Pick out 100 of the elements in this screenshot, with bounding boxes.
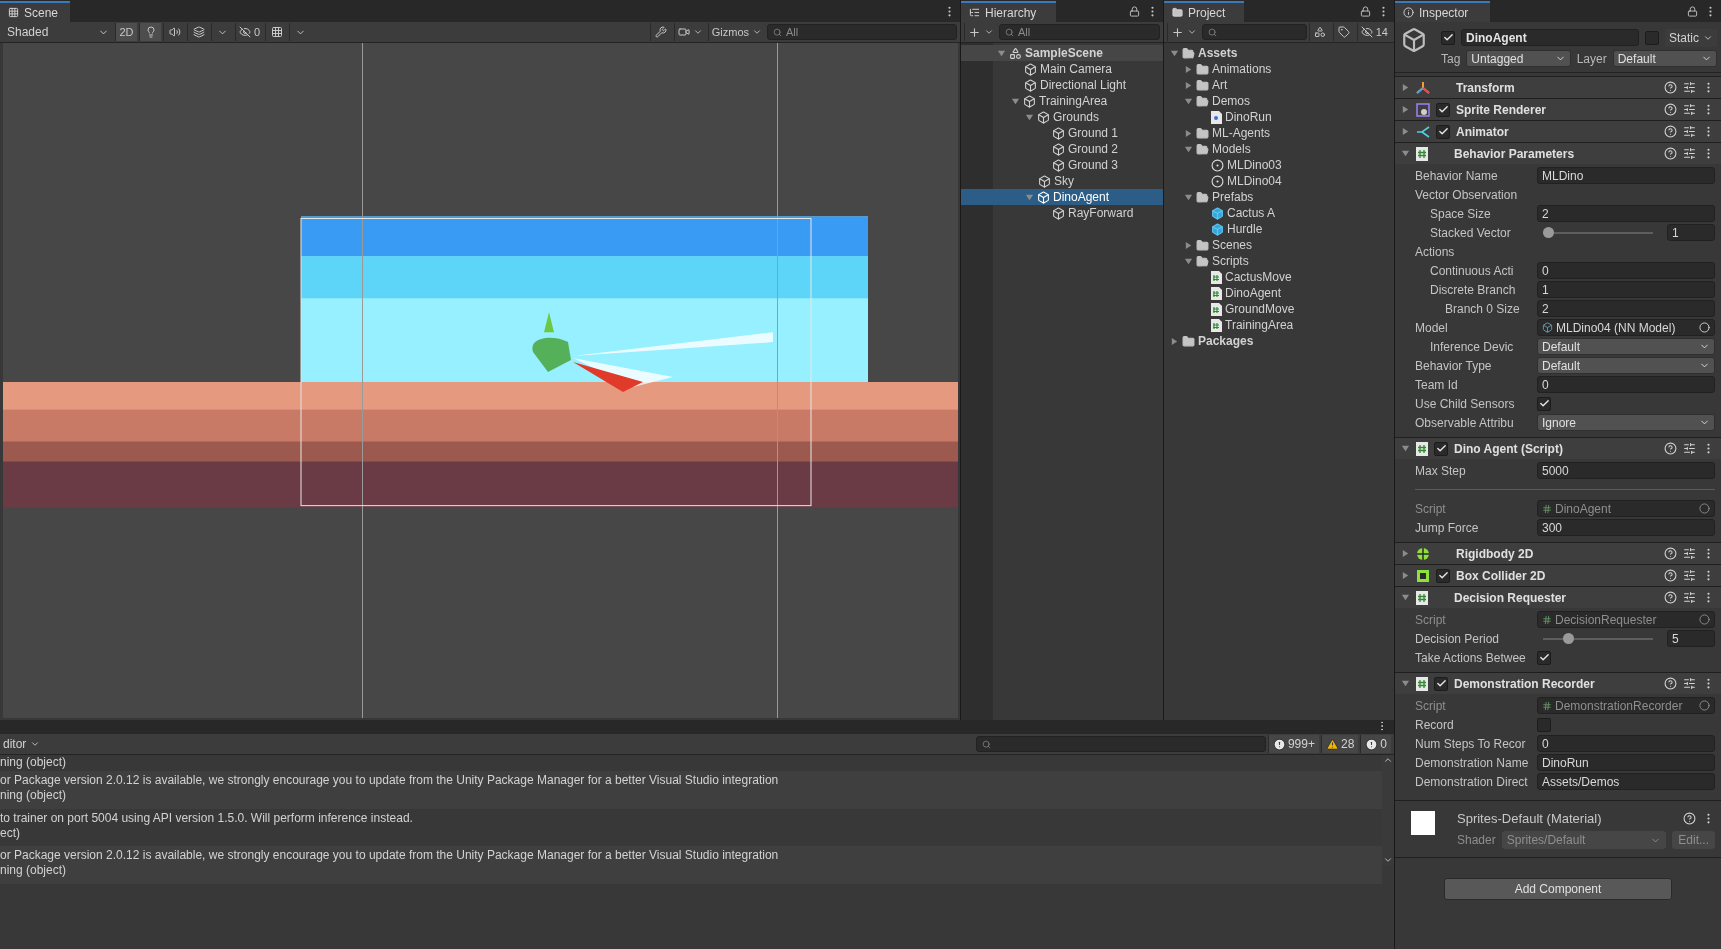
hierarchy-item[interactable]: SampleScene bbox=[961, 45, 1163, 61]
hidden-packages-button[interactable]: 14 bbox=[1356, 23, 1391, 41]
lighting-button[interactable] bbox=[139, 23, 161, 41]
presets-icon[interactable] bbox=[1683, 147, 1696, 160]
hierarchy-item[interactable]: Ground 3 bbox=[961, 157, 1163, 173]
add-component-button[interactable]: Add Component bbox=[1444, 878, 1672, 900]
input-field[interactable]: 5000 bbox=[1537, 462, 1715, 479]
help-icon[interactable] bbox=[1664, 547, 1677, 560]
help-icon[interactable] bbox=[1664, 81, 1677, 94]
component-header[interactable]: Transform bbox=[1395, 76, 1721, 98]
project-item[interactable]: ML-Agents bbox=[1164, 125, 1394, 141]
project-item[interactable]: CactusMove bbox=[1164, 269, 1394, 285]
project-item[interactable]: Scripts bbox=[1164, 253, 1394, 269]
checkbox[interactable] bbox=[1537, 396, 1551, 411]
input-field[interactable]: 2 bbox=[1537, 205, 1715, 222]
input-field[interactable]: 5 bbox=[1667, 630, 1715, 647]
object-field[interactable]: MLDino04 (NN Model) bbox=[1537, 319, 1715, 336]
checkbox[interactable] bbox=[1537, 717, 1551, 732]
component-header[interactable]: Behavior Parameters bbox=[1395, 142, 1721, 164]
expanded-arrow-icon[interactable] bbox=[1401, 593, 1410, 602]
project-item[interactable]: Packages bbox=[1164, 333, 1394, 349]
warnings-toggle[interactable]: 28 bbox=[1320, 735, 1359, 753]
help-icon[interactable] bbox=[1664, 442, 1677, 455]
presets-icon[interactable] bbox=[1683, 81, 1696, 94]
presets-icon[interactable] bbox=[1683, 547, 1696, 560]
input-field[interactable]: 0 bbox=[1537, 735, 1715, 752]
project-item[interactable]: Assets bbox=[1164, 45, 1394, 61]
expanded-arrow-icon[interactable] bbox=[997, 48, 1006, 58]
checkbox[interactable] bbox=[1436, 568, 1450, 583]
project-item[interactable]: MLDino04 bbox=[1164, 173, 1394, 189]
presets-icon[interactable] bbox=[1683, 103, 1696, 116]
messages-toggle[interactable]: 999+ bbox=[1267, 735, 1319, 753]
layer-dropdown[interactable]: Default bbox=[1612, 50, 1717, 67]
expanded-arrow-icon[interactable] bbox=[1401, 444, 1410, 453]
checkbox[interactable] bbox=[1434, 676, 1448, 691]
collapsed-arrow-icon[interactable] bbox=[1401, 83, 1410, 92]
project-tab[interactable]: Project bbox=[1164, 1, 1244, 22]
hierarchy-tab[interactable]: Hierarchy bbox=[961, 1, 1056, 22]
collapsed-arrow-icon[interactable] bbox=[1184, 240, 1193, 250]
collapsed-arrow-icon[interactable] bbox=[1401, 549, 1410, 558]
expanded-arrow-icon[interactable] bbox=[1184, 144, 1193, 154]
search-field[interactable] bbox=[975, 736, 1266, 752]
collapsed-arrow-icon[interactable] bbox=[1401, 571, 1410, 580]
search-field[interactable] bbox=[1202, 24, 1307, 40]
hierarchy-item[interactable]: Sky bbox=[961, 173, 1163, 189]
input-field[interactable]: 1 bbox=[1537, 281, 1715, 298]
slider-thumb[interactable] bbox=[1543, 227, 1554, 238]
project-item[interactable]: Demos bbox=[1164, 93, 1394, 109]
dropdown[interactable]: Ignore bbox=[1537, 414, 1715, 431]
hierarchy-item[interactable]: DinoAgent bbox=[961, 189, 1163, 205]
static-dropdown[interactable]: Static bbox=[1665, 28, 1717, 47]
component-header[interactable]: Dino Agent (Script) bbox=[1395, 437, 1721, 459]
project-item[interactable]: DinoRun bbox=[1164, 109, 1394, 125]
expanded-arrow-icon[interactable] bbox=[1025, 112, 1034, 122]
project-item[interactable]: Prefabs bbox=[1164, 189, 1394, 205]
component-header[interactable]: Box Collider 2D bbox=[1395, 564, 1721, 586]
expanded-arrow-icon[interactable] bbox=[1401, 149, 1410, 158]
scroll-up-icon[interactable] bbox=[1383, 755, 1393, 765]
hierarchy-item[interactable]: Directional Light bbox=[961, 77, 1163, 93]
dropdown[interactable]: Default bbox=[1537, 338, 1715, 355]
hierarchy-item[interactable]: RayForward bbox=[961, 205, 1163, 221]
scene-tab[interactable]: Scene bbox=[0, 1, 70, 22]
presets-icon[interactable] bbox=[1683, 125, 1696, 138]
collapsed-arrow-icon[interactable] bbox=[1401, 105, 1410, 114]
checkbox[interactable] bbox=[1434, 441, 1448, 456]
expanded-arrow-icon[interactable] bbox=[1184, 96, 1193, 106]
hierarchy-item[interactable]: Grounds bbox=[961, 109, 1163, 125]
tag-dropdown[interactable]: Untagged bbox=[1466, 50, 1571, 67]
project-item[interactable]: Models bbox=[1164, 141, 1394, 157]
hierarchy-item[interactable]: Ground 1 bbox=[961, 125, 1163, 141]
project-item[interactable]: Scenes bbox=[1164, 237, 1394, 253]
search-field[interactable]: All bbox=[999, 24, 1160, 40]
collapsed-arrow-icon[interactable] bbox=[1184, 64, 1193, 74]
project-item[interactable]: MLDino03 bbox=[1164, 157, 1394, 173]
checkbox[interactable] bbox=[1537, 650, 1551, 665]
scroll-down-icon[interactable] bbox=[1383, 855, 1393, 865]
name-field[interactable]: DinoAgent bbox=[1461, 29, 1639, 46]
hierarchy-item[interactable]: TrainingArea bbox=[961, 93, 1163, 109]
help-icon[interactable] bbox=[1664, 147, 1677, 160]
project-item[interactable]: GroundMove bbox=[1164, 301, 1394, 317]
collapsed-arrow-icon[interactable] bbox=[1170, 336, 1179, 346]
presets-icon[interactable] bbox=[1683, 677, 1696, 690]
expanded-arrow-icon[interactable] bbox=[1184, 192, 1193, 202]
component-header[interactable]: Animator bbox=[1395, 120, 1721, 142]
dropdown[interactable]: Default bbox=[1537, 357, 1715, 374]
search-field[interactable]: All bbox=[767, 24, 957, 40]
hierarchy-item[interactable]: Ground 2 bbox=[961, 141, 1163, 157]
lock-icon[interactable] bbox=[1360, 6, 1371, 17]
help-icon[interactable] bbox=[1664, 103, 1677, 116]
checkbox[interactable] bbox=[1645, 30, 1659, 45]
help-icon[interactable] bbox=[1683, 811, 1696, 825]
input-field[interactable]: DinoRun bbox=[1537, 754, 1715, 771]
expanded-arrow-icon[interactable] bbox=[1401, 679, 1410, 688]
hierarchy-item[interactable]: Main Camera bbox=[961, 61, 1163, 77]
project-item[interactable]: TrainingArea bbox=[1164, 317, 1394, 333]
help-icon[interactable] bbox=[1664, 125, 1677, 138]
input-field[interactable]: MLDino bbox=[1537, 167, 1715, 184]
component-header[interactable]: Sprite Renderer bbox=[1395, 98, 1721, 120]
collapsed-arrow-icon[interactable] bbox=[1184, 128, 1193, 138]
input-field[interactable]: 1 bbox=[1667, 224, 1715, 241]
